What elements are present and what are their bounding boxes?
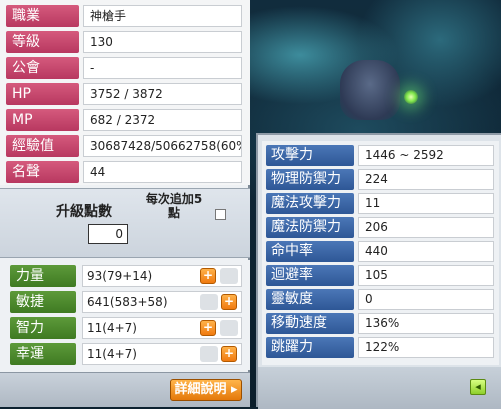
str-label: 力量	[10, 265, 76, 287]
detail-row-jump: 跳躍力 122%	[266, 337, 496, 358]
ability-points-label: 升級點數	[56, 204, 112, 220]
guild-label: 公會	[6, 57, 79, 79]
glowing-orb	[404, 90, 418, 104]
luk-label: 幸運	[10, 343, 76, 365]
accuracy-value: 440	[358, 241, 494, 262]
auto-assign-label: 每次追加5點	[145, 192, 203, 220]
detail-row-magic-attack: 魔法攻擊力 11	[266, 193, 496, 214]
stat-row-int: 智力 11(4+7) +	[10, 317, 242, 339]
guild-value: -	[83, 57, 242, 79]
avoidability-value: 105	[358, 265, 494, 286]
detail-row-avoidability: 迴避率 105	[266, 265, 496, 286]
speed-label: 移動速度	[266, 313, 354, 334]
dex-plus-button[interactable]: +	[221, 294, 237, 310]
info-row-level: 等級 130	[6, 31, 242, 53]
luk-slot	[200, 346, 218, 362]
job-value: 神槍手	[83, 5, 242, 27]
detail-stat-window: 攻擊力 1446 ~ 2592 物理防禦力 224 魔法攻擊力 11 魔法防禦力…	[256, 133, 501, 409]
str-value: 93(79+14)	[82, 265, 242, 287]
exp-label: 經驗值	[6, 135, 79, 157]
int-label: 智力	[10, 317, 76, 339]
stat-row-str: 力量 93(79+14) +	[10, 265, 242, 287]
character-info: 職業 神槍手 等級 130 公會 - HP 3752 / 3872 MP 682…	[0, 0, 250, 185]
detail-row-weapon-def: 物理防禦力 224	[266, 169, 496, 190]
fame-value: 44	[83, 161, 242, 183]
str-plus-button[interactable]: +	[200, 268, 216, 284]
hp-label: HP	[6, 83, 79, 105]
hands-value: 0	[358, 289, 494, 310]
dex-value: 641(583+58)	[82, 291, 242, 313]
info-row-hp: HP 3752 / 3872	[6, 83, 242, 105]
info-row-job: 職業 神槍手	[6, 5, 242, 27]
auto-assign-checkbox[interactable]	[215, 209, 226, 220]
int-value: 11(4+7)	[82, 317, 242, 339]
luk-value: 11(4+7)	[82, 343, 242, 365]
detail-row-accuracy: 命中率 440	[266, 241, 496, 262]
hands-label: 靈敏度	[266, 289, 354, 310]
magic-def-value: 206	[358, 217, 494, 238]
info-row-fame: 名聲 44	[6, 161, 242, 183]
detail-row-hands: 靈敏度 0	[266, 289, 496, 310]
collapse-button[interactable]: ◂	[470, 379, 486, 395]
info-row-exp: 經驗值 30687428/50662758(60%)	[6, 135, 242, 157]
detail-stats-list: 攻擊力 1446 ~ 2592 物理防禦力 224 魔法攻擊力 11 魔法防禦力…	[262, 141, 499, 365]
fame-label: 名聲	[6, 161, 79, 183]
ability-points-value: 0	[88, 224, 128, 244]
int-plus-button[interactable]: +	[200, 320, 216, 336]
stat-row-luk: 幸運 11(4+7) +	[10, 343, 242, 365]
weapon-def-value: 224	[358, 169, 494, 190]
magic-attack-value: 11	[358, 193, 494, 214]
info-row-mp: MP 682 / 2372	[6, 109, 242, 131]
base-stats: 力量 93(79+14) + 敏捷 641(583+58) + 智力 11(4+…	[0, 260, 250, 370]
luk-plus-button[interactable]: +	[221, 346, 237, 362]
dex-slot	[200, 294, 218, 310]
stat-row-dex: 敏捷 641(583+58) +	[10, 291, 242, 313]
jump-value: 122%	[358, 337, 494, 358]
dex-label: 敏捷	[10, 291, 76, 313]
str-slot	[220, 268, 238, 284]
int-slot	[220, 320, 238, 336]
detail-row-attack: 攻擊力 1446 ~ 2592	[266, 145, 496, 166]
level-value: 130	[83, 31, 242, 53]
jump-label: 跳躍力	[266, 337, 354, 358]
detail-button[interactable]: 詳細說明 ▸	[170, 379, 242, 401]
detail-row-magic-def: 魔法防禦力 206	[266, 217, 496, 238]
job-label: 職業	[6, 5, 79, 27]
accuracy-label: 命中率	[266, 241, 354, 262]
exp-value: 30687428/50662758(60%)	[83, 135, 242, 157]
avoidability-label: 迴避率	[266, 265, 354, 286]
detail-window-footer: ◂	[258, 367, 501, 409]
detail-row-speed: 移動速度 136%	[266, 313, 496, 334]
speed-value: 136%	[358, 313, 494, 334]
level-label: 等級	[6, 31, 79, 53]
hp-value: 3752 / 3872	[83, 83, 242, 105]
attack-label: 攻擊力	[266, 145, 354, 166]
magic-def-label: 魔法防禦力	[266, 217, 354, 238]
attack-value: 1446 ~ 2592	[358, 145, 494, 166]
magic-attack-label: 魔法攻擊力	[266, 193, 354, 214]
ability-points-area: 升級點數 0 每次追加5點	[0, 188, 250, 258]
weapon-def-label: 物理防禦力	[266, 169, 354, 190]
mp-value: 682 / 2372	[83, 109, 242, 131]
background-rock	[340, 60, 400, 120]
character-stat-window: 職業 神槍手 等級 130 公會 - HP 3752 / 3872 MP 682…	[0, 0, 250, 407]
mp-label: MP	[6, 109, 79, 131]
info-row-guild: 公會 -	[6, 57, 242, 79]
stat-window-footer: 詳細說明 ▸	[0, 372, 250, 407]
